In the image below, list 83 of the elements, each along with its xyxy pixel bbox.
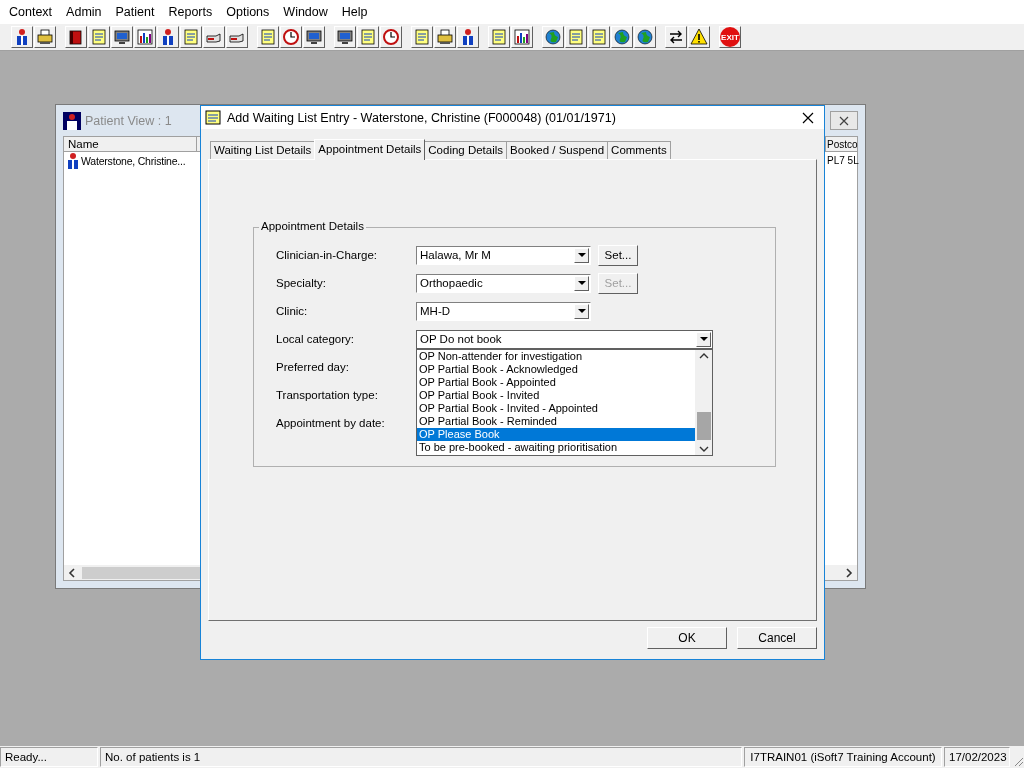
close-icon [839, 115, 849, 126]
menu-item[interactable]: Context [2, 5, 60, 19]
menu-item[interactable]: Help [334, 5, 375, 19]
caret-icon[interactable] [577, 308, 586, 314]
document-icon[interactable] [588, 26, 610, 48]
dropdown-option[interactable]: OP Partial Book - Invited - Appointed [417, 402, 695, 415]
printer-icon[interactable] [34, 26, 56, 48]
cancel-button[interactable]: Cancel [737, 627, 817, 649]
tab[interactable]: Booked / Suspend [506, 141, 609, 159]
document-icon[interactable] [88, 26, 110, 48]
menu-item[interactable]: Reports [161, 5, 220, 19]
document-icon[interactable] [357, 26, 379, 48]
dropdown-option[interactable]: OP Partial Book - Acknowledged [417, 363, 695, 376]
document-icon[interactable] [488, 26, 510, 48]
monitor-icon[interactable] [303, 26, 325, 48]
field-label: Appointment by date: [276, 417, 386, 429]
document-icon[interactable] [565, 26, 587, 48]
tab[interactable]: Waiting List Details [210, 141, 316, 159]
globe-icon[interactable] [634, 26, 656, 48]
close-button[interactable] [830, 111, 858, 130]
hand-icon[interactable] [226, 26, 248, 48]
clock-icon[interactable] [380, 26, 402, 48]
status-field: 17/02/2023 [944, 747, 1010, 767]
column-header[interactable]: Name [64, 137, 197, 152]
arrows-icon[interactable] [665, 26, 687, 48]
dropdown-field[interactable]: Halawa, Mr M [416, 245, 591, 265]
field-label: Clinic: [276, 305, 309, 317]
document-icon[interactable] [257, 26, 279, 48]
dropdown-option[interactable]: To be pre-booked - awaiting prioritisation [417, 441, 695, 454]
warning-icon[interactable] [688, 26, 710, 48]
chart-icon[interactable] [511, 26, 533, 48]
dropdown-field[interactable]: Orthopaedic [416, 273, 591, 293]
ok-button[interactable]: OK [647, 627, 727, 649]
scrollbar-thumb[interactable] [696, 412, 711, 440]
field-label: Transportation type: [276, 389, 379, 401]
field-label: Preferred day: [276, 361, 350, 373]
menu-item[interactable]: Window [276, 5, 335, 19]
document-icon [205, 109, 221, 126]
menu-item[interactable]: Patient [108, 5, 162, 19]
document-icon[interactable] [411, 26, 433, 48]
status-field: No. of patients is 1 [100, 747, 742, 767]
close-icon[interactable] [802, 111, 814, 124]
table-cell[interactable]: PL7 5L [827, 155, 857, 166]
menu-item[interactable]: Admin [59, 5, 109, 19]
caret-icon[interactable] [699, 336, 708, 342]
field-label: Specialty: [276, 277, 327, 289]
resize-grip[interactable] [1012, 755, 1024, 767]
clock-icon[interactable] [280, 26, 302, 48]
hand-icon[interactable] [203, 26, 225, 48]
printer-icon[interactable] [434, 26, 456, 48]
dropdown-option[interactable]: OP Partial Book - Invited [417, 389, 695, 402]
tab[interactable]: Coding Details [424, 141, 508, 159]
book-icon[interactable] [65, 26, 87, 48]
status-field: I7TRAIN01 (iSoft7 Training Account) [744, 747, 942, 767]
column-header[interactable]: Postco [826, 137, 857, 152]
exit-icon[interactable]: EXIT [719, 26, 741, 48]
field-label: Local category: [276, 333, 355, 345]
caret-icon[interactable] [577, 280, 586, 286]
window-title: Patient View : 1 [85, 113, 172, 128]
tab[interactable]: Appointment Details [314, 139, 426, 160]
dropdown-option[interactable]: OP Please Book [417, 428, 695, 441]
chart-icon[interactable] [134, 26, 156, 48]
vertical-scrollbar[interactable] [695, 350, 712, 455]
set-button[interactable]: Set... [598, 244, 638, 266]
monitor-icon[interactable] [111, 26, 133, 48]
globe-icon[interactable] [611, 26, 633, 48]
globe-icon[interactable] [542, 26, 564, 48]
caret-icon[interactable] [577, 252, 586, 258]
dropdown-field[interactable]: OP Do not book [416, 329, 713, 349]
document-icon[interactable] [180, 26, 202, 48]
dialog-title: Add Waiting List Entry - Waterstone, Christine (F000048) (01/01/1971) [227, 110, 616, 125]
dropdown-field[interactable]: MH-D [416, 301, 591, 321]
menu-item[interactable]: Options [219, 5, 277, 19]
monitor-icon[interactable] [334, 26, 356, 48]
dropdown-option[interactable]: OP Non-attender for investigation [417, 350, 695, 363]
dropdown-option[interactable]: OP Partial Book - Reminded [417, 415, 695, 428]
table-cell[interactable]: Waterstone, Christine... [81, 154, 186, 167]
scrollbar-thumb[interactable] [82, 566, 202, 579]
tab[interactable]: Comments [607, 141, 671, 159]
dropdown-option[interactable]: OP Partial Book - Appointed [417, 376, 695, 389]
group-title: Appointment Details [259, 220, 366, 232]
status-field: Ready... [0, 747, 98, 767]
field-label: Clinician-in-Charge: [276, 249, 378, 261]
